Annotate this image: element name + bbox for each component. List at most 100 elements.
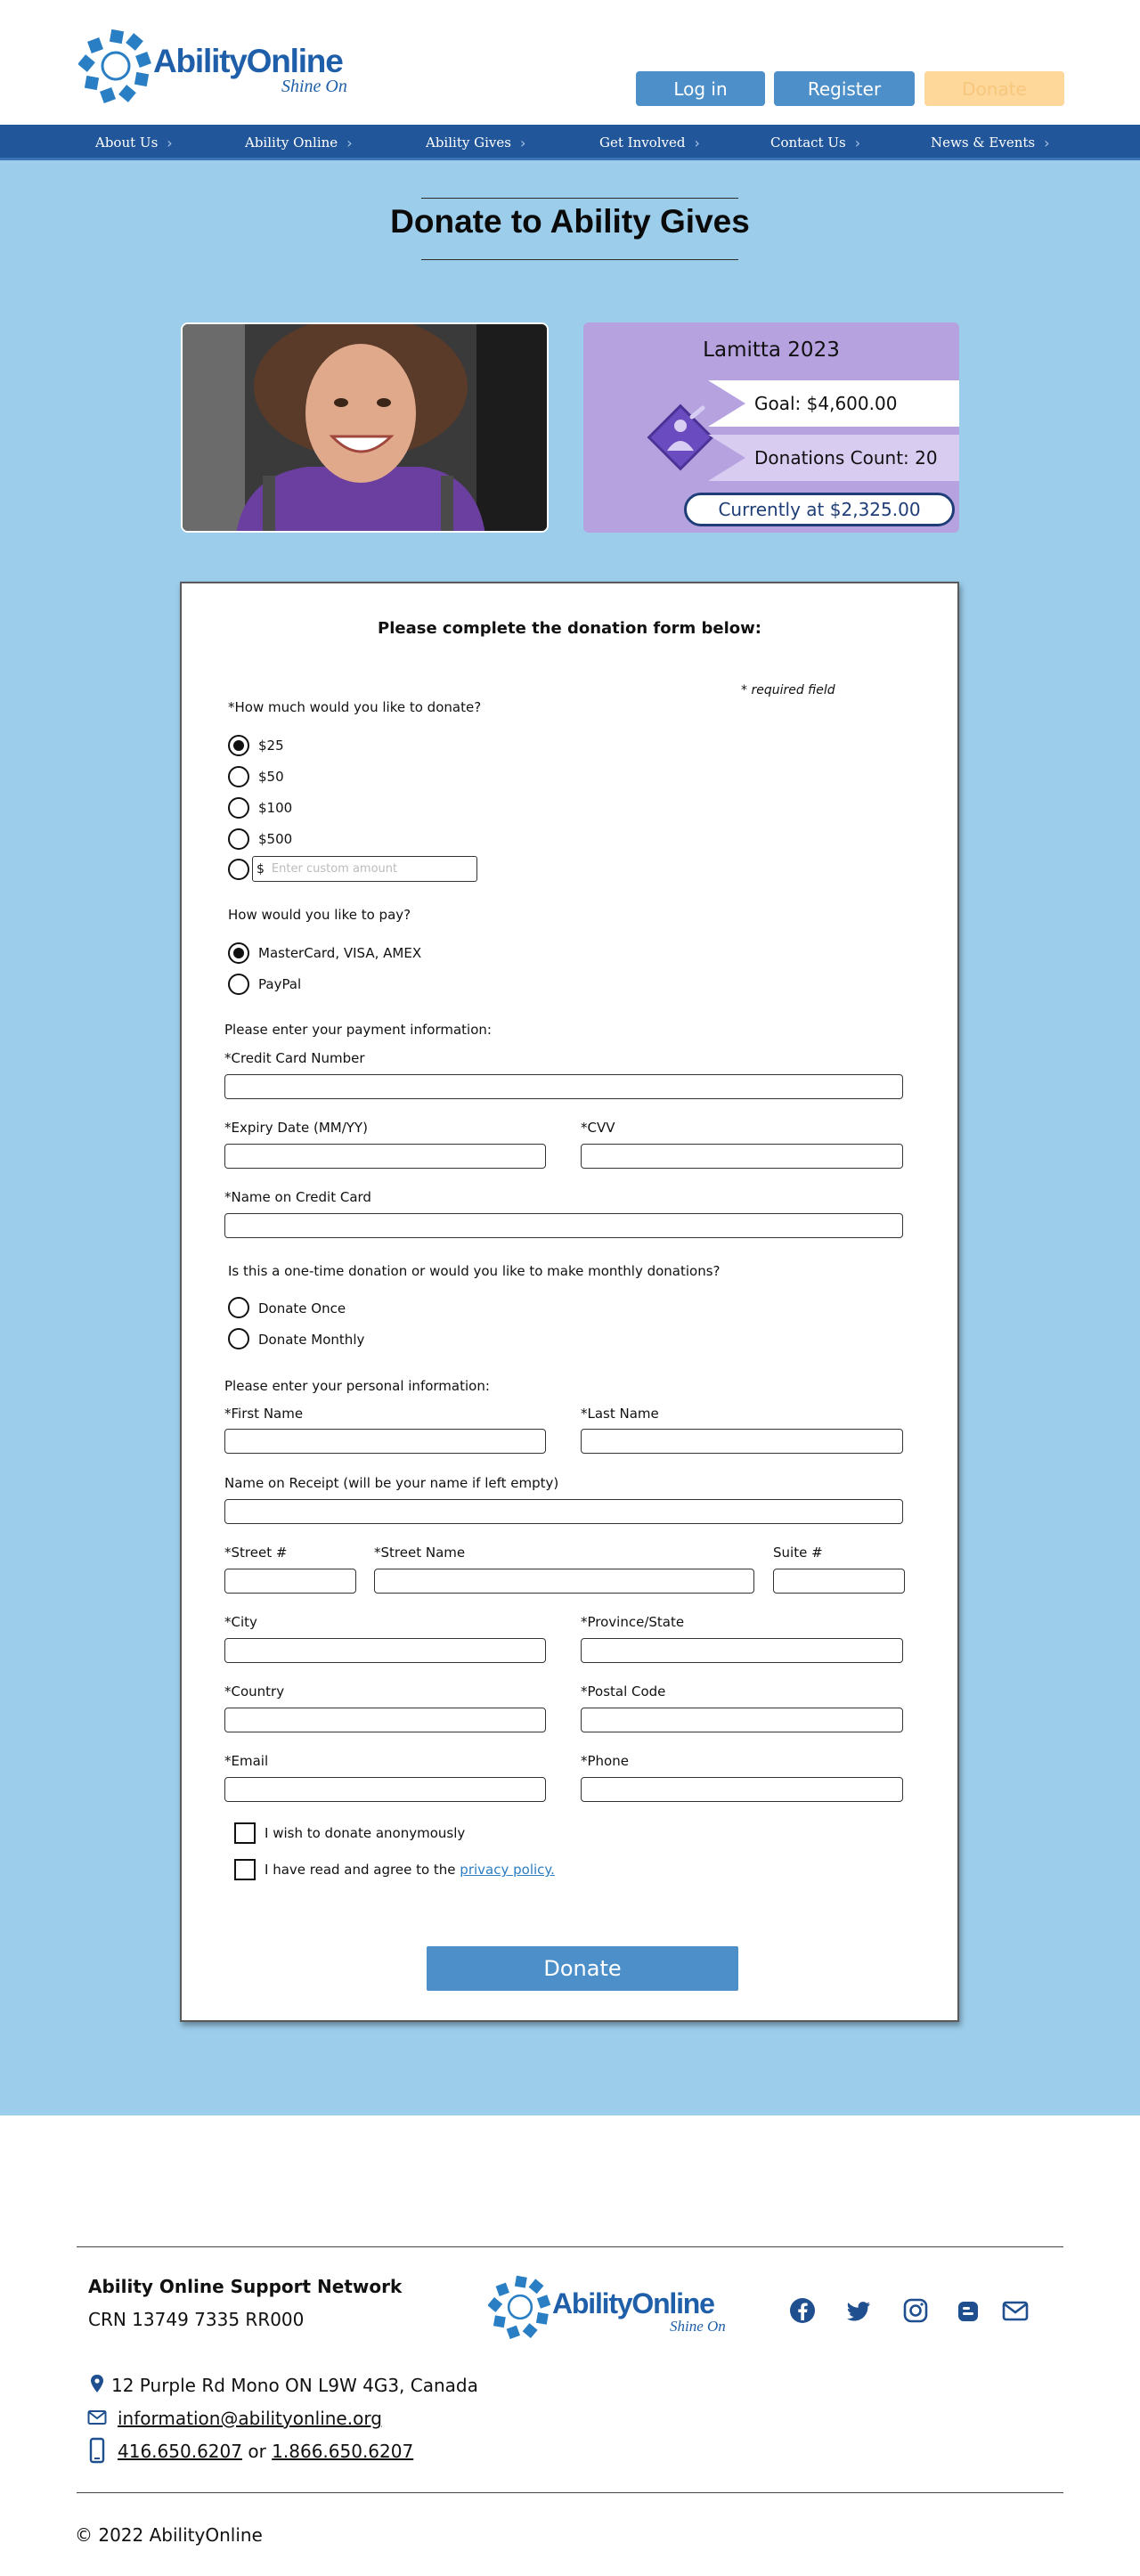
currency-prefix: $	[256, 861, 265, 876]
amount-radio-100[interactable]	[228, 797, 249, 819]
amount-radio-50[interactable]	[228, 766, 249, 787]
street-number-label: *Street #	[224, 1545, 288, 1561]
country-label: *Country	[224, 1683, 285, 1700]
envelope-icon	[87, 2410, 107, 2425]
register-button[interactable]: Register	[774, 71, 915, 106]
phone-input[interactable]	[581, 1777, 903, 1802]
form-heading: Please complete the donation form below:	[378, 619, 761, 638]
anonymous-checkbox[interactable]	[234, 1822, 256, 1844]
nav-item-label: Ability Online	[245, 135, 338, 151]
campaign-goal: Goal: $4,600.00	[708, 380, 959, 427]
pay-label-card: MasterCard, VISA, AMEX	[258, 945, 422, 961]
frequency-radio-monthly[interactable]	[228, 1328, 249, 1349]
logo-mark-icon	[78, 29, 151, 103]
personal-heading: Please enter your personal information:	[224, 1378, 490, 1394]
nav-item-ability-gives[interactable]: Ability Gives ›	[426, 125, 525, 160]
privacy-agree-label: I have read and agree to the privacy pol…	[265, 1862, 555, 1878]
blogger-icon[interactable]	[957, 2300, 980, 2323]
street-number-input[interactable]	[224, 1569, 356, 1594]
province-label: *Province/State	[581, 1614, 685, 1630]
phone-label: *Phone	[581, 1753, 629, 1769]
footer-address: 12 Purple Rd Mono ON L9W 4G3, Canada	[111, 2375, 478, 2396]
email-label: *Email	[224, 1753, 269, 1769]
last-name-label: *Last Name	[581, 1406, 659, 1422]
chevron-right-icon: ›	[854, 134, 861, 151]
privacy-agree-checkbox[interactable]	[234, 1859, 256, 1880]
nav-item-label: Contact Us	[770, 135, 846, 151]
amount-label-50: $50	[258, 769, 284, 785]
nav-item-contact-us[interactable]: Contact Us ›	[770, 125, 860, 160]
privacy-policy-link[interactable]: privacy policy.	[460, 1862, 555, 1878]
amount-radio-25[interactable]	[228, 735, 249, 756]
nav-item-ability-online[interactable]: Ability Online ›	[245, 125, 353, 160]
instagram-icon[interactable]	[901, 2296, 930, 2325]
footer-org-name: Ability Online Support Network	[88, 2276, 403, 2297]
receipt-name-input[interactable]	[224, 1499, 903, 1524]
nav-item-about-us[interactable]: About Us ›	[95, 125, 173, 160]
privacy-agree-text: I have read and agree to the	[265, 1862, 460, 1878]
suite-input[interactable]	[773, 1569, 905, 1594]
frequency-label-monthly: Donate Monthly	[258, 1332, 365, 1348]
cvv-label: *CVV	[581, 1120, 615, 1136]
anonymous-label: I wish to donate anonymously	[265, 1825, 466, 1841]
amount-question: *How much would you like to donate?	[228, 699, 482, 715]
campaign-card: Lamitta 2023 Goal: $4,600.00 Donations C…	[583, 322, 959, 533]
footer-phone: 416.650.6207 or 1.866.650.6207	[118, 2441, 413, 2462]
chevron-right-icon: ›	[694, 134, 700, 151]
pay-radio-card[interactable]	[228, 942, 249, 964]
logo-tagline: Shine On	[670, 2318, 726, 2335]
footer-email-link[interactable]: information@abilityonline.org	[118, 2408, 382, 2429]
nav-item-label: Get Involved	[599, 135, 686, 151]
suite-label: Suite #	[773, 1545, 823, 1561]
mail-icon[interactable]	[1001, 2296, 1030, 2325]
cvv-input[interactable]	[581, 1144, 903, 1169]
expiry-input[interactable]	[224, 1144, 546, 1169]
email-input[interactable]	[224, 1777, 546, 1802]
campaign-current-total: Currently at $2,325.00	[684, 493, 955, 526]
title-rule-bottom	[421, 259, 738, 260]
payment-heading: Please enter your payment information:	[224, 1022, 492, 1038]
street-name-input[interactable]	[374, 1569, 754, 1594]
header-donate-button[interactable]: Donate	[924, 71, 1064, 106]
login-button[interactable]: Log in	[636, 71, 765, 106]
footer-phone-link-tollfree[interactable]: 1.866.650.6207	[272, 2441, 413, 2462]
frequency-radio-once[interactable]	[228, 1297, 249, 1318]
site-header: AbilityOnline Shine On Log in Register D…	[0, 0, 1140, 125]
facebook-icon[interactable]	[788, 2296, 817, 2325]
province-input[interactable]	[581, 1638, 903, 1663]
country-input[interactable]	[224, 1708, 546, 1732]
name-on-card-input[interactable]	[224, 1213, 903, 1238]
chevron-right-icon: ›	[1044, 134, 1050, 151]
nav-item-label: About Us	[95, 135, 159, 151]
last-name-input[interactable]	[581, 1429, 903, 1454]
city-label: *City	[224, 1614, 257, 1630]
nav-item-news-events[interactable]: News & Events ›	[931, 125, 1050, 160]
frequency-question: Is this a one-time donation or would you…	[228, 1263, 721, 1279]
footer-logo[interactable]: AbilityOnline Shine On	[488, 2275, 737, 2343]
campaign-name: Lamitta 2023	[703, 338, 840, 362]
amount-radio-custom[interactable]	[228, 859, 249, 880]
main-nav: About Us › Ability Online › Ability Gives ›…	[0, 125, 1140, 160]
mobile-phone-icon	[89, 2437, 105, 2464]
amount-label-25: $25	[258, 738, 284, 754]
card-number-input[interactable]	[224, 1074, 903, 1099]
pay-radio-paypal[interactable]	[228, 974, 249, 995]
footer-phone-link-local[interactable]: 416.650.6207	[118, 2441, 242, 2462]
donate-submit-button[interactable]: Donate	[427, 1946, 738, 1991]
amount-radio-500[interactable]	[228, 828, 249, 850]
nav-item-label: Ability Gives	[426, 135, 511, 151]
page-title: Donate to Ability Gives	[390, 203, 750, 240]
city-input[interactable]	[224, 1638, 546, 1663]
first-name-input[interactable]	[224, 1429, 546, 1454]
custom-amount-input[interactable]: $ Enter custom amount	[252, 856, 477, 882]
postal-code-label: *Postal Code	[581, 1683, 666, 1700]
chevron-right-icon: ›	[346, 134, 353, 151]
twitter-icon[interactable]	[844, 2296, 873, 2325]
ability-online-logo[interactable]: AbilityOnline Shine On	[78, 29, 354, 103]
footer-email: information@abilityonline.org	[118, 2408, 382, 2429]
postal-code-input[interactable]	[581, 1708, 903, 1732]
nav-item-get-involved[interactable]: Get Involved ›	[599, 125, 700, 160]
frequency-label-once: Donate Once	[258, 1300, 346, 1317]
amount-label-500: $500	[258, 831, 293, 847]
donation-form: Please complete the donation form below:…	[180, 582, 959, 2022]
